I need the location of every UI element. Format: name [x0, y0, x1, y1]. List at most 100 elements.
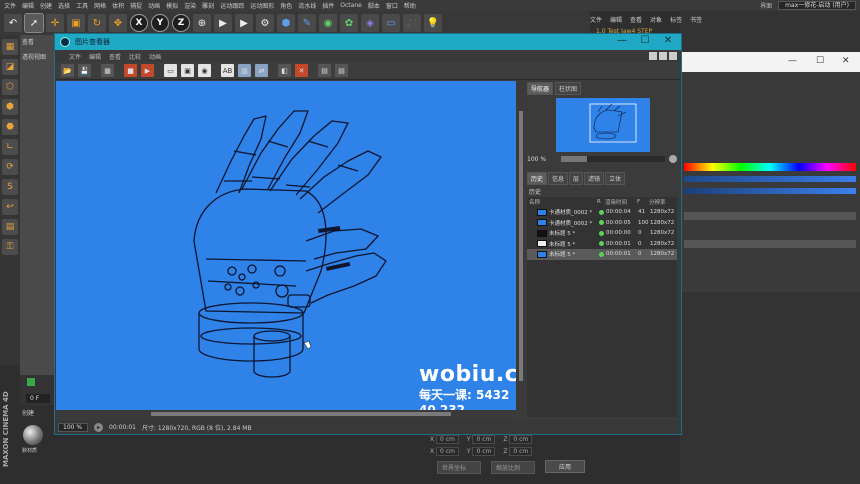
menu-item-1[interactable]: 编辑 — [22, 1, 34, 10]
menu-item-15[interactable]: 流水线 — [298, 1, 316, 10]
texture-field[interactable] — [684, 240, 856, 248]
menu-item-3[interactable]: 选择 — [58, 1, 70, 10]
menu-item-5[interactable]: 网格 — [94, 1, 106, 10]
save-icon[interactable]: 💾 — [78, 64, 91, 77]
expand-icon[interactable] — [669, 52, 677, 60]
render-settings-icon[interactable]: ⚙ — [256, 14, 274, 32]
open-icon[interactable]: 📂 — [61, 64, 74, 77]
history-row[interactable]: 卡通材质_0002 * 00:00:04 41 1280x72 — [527, 207, 677, 218]
menu-item-16[interactable]: 插件 — [322, 1, 334, 10]
texture-mode-icon[interactable]: ◪ — [2, 59, 18, 75]
x-axis-icon[interactable]: X — [130, 14, 148, 32]
tab-histogram[interactable]: 柱状图 — [555, 82, 582, 95]
col-r[interactable]: R — [597, 199, 605, 205]
viewer-menu-item-1[interactable]: 编辑 — [89, 52, 101, 61]
timeline-marker[interactable] — [27, 378, 35, 386]
y-axis-icon[interactable]: Y — [151, 14, 169, 32]
points-mode-icon[interactable]: ⬡ — [2, 79, 18, 95]
vertical-scrollbar[interactable] — [517, 81, 525, 410]
menu-item-9[interactable]: 模拟 — [166, 1, 178, 10]
lock-icon[interactable]: ⚿ — [2, 239, 18, 255]
clear-icon[interactable]: ✕ — [295, 64, 308, 77]
col-res[interactable]: 分辨率 — [649, 198, 675, 206]
scroll-thumb[interactable] — [151, 412, 451, 416]
coord-y2[interactable]: 0 cm — [472, 447, 496, 456]
menu-item-20[interactable]: 帮助 — [404, 1, 416, 10]
z-axis-icon[interactable]: Z — [172, 14, 190, 32]
floor-icon[interactable]: ▭ — [382, 14, 400, 32]
cursor-icon[interactable]: ➚ — [24, 13, 44, 33]
viewer-menu-item-0[interactable]: 文件 — [69, 52, 81, 61]
stop-render-icon[interactable]: ■ — [124, 64, 137, 77]
render-view-icon[interactable]: ▶ — [214, 14, 232, 32]
horizontal-scrollbar[interactable] — [56, 410, 516, 418]
workplane-icon[interactable]: ↩ — [2, 199, 18, 215]
world-coords-dropdown[interactable]: 世界坐标 — [437, 461, 481, 474]
subdivision-icon[interactable]: ◉ — [319, 14, 337, 32]
c4d-viewport[interactable] — [20, 35, 56, 375]
split-icon[interactable]: ▥ — [238, 64, 251, 77]
axis-mode-icon[interactable]: ∟ — [2, 139, 18, 155]
render-picture-icon[interactable]: ▶ — [235, 14, 253, 32]
col-f[interactable]: F — [637, 199, 649, 205]
object-menu-item-0[interactable]: 文件 — [590, 15, 602, 24]
zoom-field[interactable]: 100 % — [58, 422, 88, 432]
tab-info[interactable]: 信息 — [548, 172, 569, 185]
scroll-thumb[interactable] — [519, 111, 523, 381]
viewer-menu-item-4[interactable]: 动画 — [149, 52, 161, 61]
navigator-zoom-slider[interactable] — [561, 156, 665, 162]
minimize-icon[interactable]: — — [615, 35, 629, 46]
object-menu-item-5[interactable]: 书签 — [690, 15, 702, 24]
interactive-render-icon[interactable]: ◉ — [198, 64, 211, 77]
snap-icon[interactable]: S — [2, 179, 18, 195]
maximize-icon[interactable]: ☐ — [816, 56, 824, 66]
frame-field[interactable]: 0 F — [26, 394, 50, 403]
history-row[interactable]: 未标题 5 * 00:00:01 0 1280x72 — [527, 239, 677, 250]
material-menu[interactable]: 创建 — [22, 408, 34, 417]
layout-dropdown[interactable]: max一修花-启动 (用户) — [778, 1, 856, 10]
apply-button[interactable]: 应用 — [545, 460, 585, 473]
tab-navigator[interactable]: 导航器 — [527, 82, 554, 95]
array-icon[interactable]: ✿ — [340, 14, 358, 32]
tab-history[interactable]: 历史 — [527, 172, 548, 185]
full-render-icon[interactable]: ▣ — [181, 64, 194, 77]
tab-stereo[interactable]: 立体 — [605, 172, 626, 185]
coord-z[interactable]: 0 cm — [509, 435, 533, 444]
swap-icon[interactable]: ⇄ — [255, 64, 268, 77]
zoom-menu-icon[interactable]: ▸ — [94, 422, 103, 432]
menu-item-18[interactable]: 脚本 — [368, 1, 380, 10]
color-spectrum[interactable] — [684, 163, 856, 171]
model-mode-icon[interactable]: ▦ — [2, 39, 18, 55]
edges-mode-icon[interactable]: ⬢ — [2, 99, 18, 115]
menu-item-17[interactable]: Octane — [340, 2, 362, 9]
grid-icon[interactable]: ▤ — [2, 219, 18, 235]
menu-item-11[interactable]: 雕刻 — [202, 1, 214, 10]
navigator-zoom-menu-icon[interactable] — [669, 155, 677, 163]
camera-icon[interactable]: 🎥 — [403, 14, 421, 32]
render-canvas[interactable]: wobiu.com 每天一课: 5432 40 232 — [56, 81, 516, 410]
viewer-menu-item-3[interactable]: 比较 — [129, 52, 141, 61]
value-slider[interactable] — [684, 188, 856, 194]
undo-icon[interactable]: ↶ — [4, 14, 22, 32]
history-row[interactable]: 未标题 5 * 00:00:00 0 1280x72 — [527, 228, 677, 239]
picture-viewer-titlebar[interactable]: 图片查看器 — ☐ ✕ — [55, 34, 681, 50]
menu-item-8[interactable]: 动画 — [148, 1, 160, 10]
navigator-zoom-value[interactable]: 100 % — [527, 156, 557, 163]
menu-item-4[interactable]: 工具 — [76, 1, 88, 10]
maximize-icon[interactable]: ☐ — [638, 35, 652, 46]
cube-icon[interactable]: ⬢ — [277, 14, 295, 32]
viewport-menu[interactable]: 查看 — [22, 37, 34, 46]
object-menu-item-4[interactable]: 标签 — [670, 15, 682, 24]
object-menu-item-3[interactable]: 对象 — [650, 15, 662, 24]
grid-icon[interactable]: ▦ — [101, 64, 114, 77]
scale-icon[interactable]: ▣ — [67, 14, 85, 32]
viewer-menu-item-2[interactable]: 查看 — [109, 52, 121, 61]
minimize-icon[interactable]: — — [788, 56, 797, 66]
navigator-preview[interactable] — [556, 98, 650, 152]
menu-item-6[interactable]: 体积 — [112, 1, 124, 10]
coord-x2[interactable]: 0 cm — [436, 447, 459, 456]
rotate-icon[interactable]: ↻ — [88, 14, 106, 32]
frames2-icon[interactable]: ▤ — [335, 64, 348, 77]
menu-item-14[interactable]: 角色 — [280, 1, 292, 10]
tab-layers[interactable]: 层 — [569, 172, 584, 185]
